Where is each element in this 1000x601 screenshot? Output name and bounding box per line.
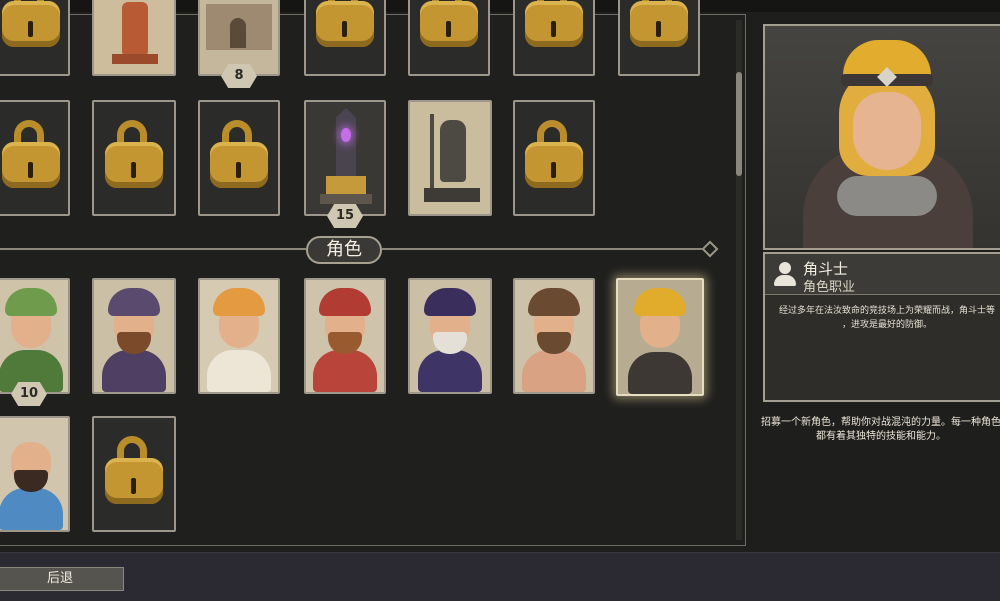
locked-slot[interactable] <box>618 0 700 76</box>
bottom-bar <box>0 552 1000 601</box>
character-card-barbarian[interactable] <box>513 278 595 394</box>
statue-card[interactable] <box>408 100 492 216</box>
hero-description-line2: ，进攻是最好的防御。 <box>841 320 932 330</box>
locked-slot[interactable] <box>198 100 280 216</box>
structure-count-badge: 15 <box>327 204 363 228</box>
lock-icon <box>630 0 688 55</box>
section-divider-left <box>0 248 306 250</box>
lock-icon <box>105 436 163 512</box>
section-divider-right <box>382 248 712 250</box>
character-card-ranger[interactable] <box>0 278 70 394</box>
section-title: 角色 <box>306 236 382 264</box>
crystal-gem <box>341 128 351 142</box>
locked-slot[interactable] <box>304 0 386 76</box>
character-card-rogue[interactable] <box>92 278 176 394</box>
hero-description-line1: 经过多年在法汝致命的竞技场上为荣耀而战，角斗士等 <box>778 306 995 316</box>
obelisk-card[interactable] <box>304 100 386 216</box>
lock-icon <box>316 0 374 55</box>
character-card-monk[interactable] <box>0 416 70 532</box>
scrollbar-thumb[interactable] <box>736 72 742 176</box>
lock-icon <box>525 120 583 196</box>
character-card-wizard[interactable] <box>408 278 492 394</box>
person-icon <box>773 262 797 286</box>
recruit-line1: 招募一个新角色，帮助你对战混沌的力量。每一种角色 <box>761 417 1000 428</box>
locked-slot[interactable] <box>92 100 176 216</box>
locked-slot[interactable] <box>408 0 490 76</box>
lock-icon <box>525 0 583 55</box>
character-card-cleric[interactable] <box>198 278 280 394</box>
hero-class-label: 角色职业 <box>803 280 856 295</box>
warrior-statue <box>440 120 466 182</box>
structure-count-badge: 8 <box>221 64 257 88</box>
recruit-description: 招募一个新角色，帮助你对战混沌的力量。每一种角色 都有着其独特的技能和能力。 <box>756 416 1000 444</box>
hero-description: 经过多年在法汝致命的竞技场上为荣耀而战，角斗士等 ，进攻是最好的防御。 <box>773 304 1000 332</box>
statue-figure <box>122 2 148 54</box>
hero-info-panel: 角斗士 角色职业 经过多年在法汝致命的竞技场上为荣耀而战，角斗士等 ，进攻是最好… <box>763 252 1000 402</box>
lock-icon <box>105 120 163 196</box>
structure-card[interactable] <box>92 0 176 76</box>
lock-icon <box>2 120 60 196</box>
recruit-line2: 都有着其独特的技能和能力。 <box>816 431 946 442</box>
hero-face <box>853 92 921 170</box>
selected-hero-portrait <box>763 24 1000 250</box>
locked-slot[interactable] <box>0 0 70 76</box>
character-count-badge: 10 <box>11 382 47 406</box>
character-card-gladiator[interactable] <box>616 278 704 396</box>
back-button[interactable]: 后退 <box>0 567 124 591</box>
locked-slot[interactable] <box>513 100 595 216</box>
hero-armor <box>837 176 937 216</box>
locked-slot[interactable] <box>513 0 595 76</box>
locked-slot[interactable] <box>92 416 176 532</box>
obelisk-figure <box>336 108 356 176</box>
lock-icon <box>2 0 60 55</box>
lock-icon <box>420 0 478 55</box>
locked-slot[interactable] <box>0 100 70 216</box>
character-card-dwarf[interactable] <box>304 278 386 394</box>
lock-icon <box>210 120 268 196</box>
hero-info-header: 角斗士 角色职业 <box>765 254 1000 295</box>
